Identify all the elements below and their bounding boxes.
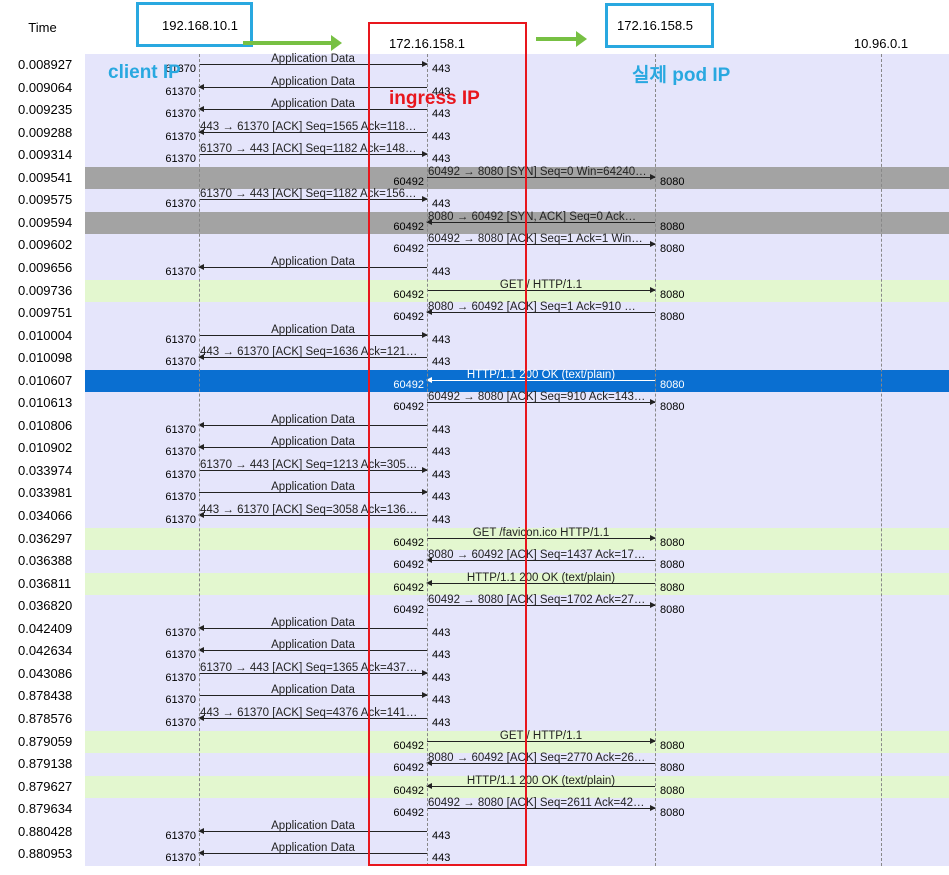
flow-row-left-port: 61370 [165,514,196,526]
flow-row-time: 0.878438 [18,688,73,704]
flow-row-time: 0.009736 [18,282,73,298]
flow-row-left-port: 61370 [165,671,196,684]
flow-row-time: 0.880953 [18,846,73,862]
flow-row-time: 0.879059 [18,733,73,749]
flow-row-right-port: 8080 [660,220,685,233]
flow-row-time: 0.033974 [18,462,73,478]
flow-row-time: 0.036388 [18,553,73,569]
flow-row-time: 0.009541 [18,169,73,185]
flow-arrow-client-to-ingress [243,35,342,51]
flow-row-right-port: 8080 [660,536,685,549]
flow-row-left-port: 61370 [165,198,196,211]
flow-row-time: 0.009656 [18,259,73,275]
flow-row-left-port: 61370 [165,468,196,481]
lifeline-service [881,54,882,866]
flow-row-time: 0.009235 [18,102,73,118]
flow-row-left-port: 61370 [165,852,196,865]
flow-row-time: 0.009602 [18,237,73,253]
flow-row-time: 0.009314 [18,147,73,163]
flow-row-time: 0.009064 [18,79,73,95]
flow-row-right-port: 8080 [660,559,685,572]
flow-row-time: 0.036820 [18,598,73,614]
flow-row-right-port: 8080 [660,739,685,752]
ingress-ip-highlight-box [368,22,527,866]
flow-row-time: 0.878576 [18,710,73,726]
flow-row-time: 0.033981 [18,485,73,501]
client-ip-highlight-box [136,2,253,47]
flow-row-right-port: 8080 [660,311,685,324]
flow-row-left-port: 61370 [165,716,196,729]
flow-row-left-port: 61370 [165,108,196,121]
flow-row-time: 0.879627 [18,778,73,794]
flow-row-time: 0.879138 [18,756,73,772]
flow-row-time: 0.009751 [18,305,73,321]
flow-row-right-port: 8080 [660,604,685,617]
flow-row-left-port: 61370 [165,446,196,459]
flow-row-left-port: 61370 [165,265,196,278]
flow-row-left-port: 61370 [165,130,196,143]
flow-row-time: 0.880428 [18,823,73,839]
flow-row-time: 0.879634 [18,801,73,817]
flow-row-right-port: 8080 [660,175,685,188]
flow-row-left-port: 61370 [165,423,196,436]
flow-row-time: 0.010902 [18,440,73,456]
flow-row-right-port: 8080 [660,378,685,391]
flow-row-time: 0.009594 [18,214,73,230]
flow-row-left-port: 61370 [165,333,196,346]
lifeline-pod [655,54,656,866]
flow-row-left-port: 61370 [165,85,196,98]
flow-row-time: 0.010004 [18,327,73,343]
flow-row-time: 0.009288 [18,124,73,140]
flow-row-right-port: 8080 [660,243,685,256]
client-ip-annotation: client IP [108,62,181,83]
time-column-header: Time [28,20,57,35]
flow-row-right-port: 8080 [660,401,685,414]
flow-row-right-port: 8080 [660,762,685,775]
flow-row-time: 0.010613 [18,395,73,411]
ingress-ip-annotation: ingress IP [389,88,480,109]
flow-arrow-ingress-to-pod [536,31,587,47]
flow-row-left-port: 61370 [165,649,196,662]
flow-row-left-port: 61370 [165,356,196,369]
pod-ip-highlight-box [605,3,714,48]
flow-row-time: 0.036811 [18,575,72,591]
flow-row-time: 0.010098 [18,350,73,366]
flow-row-left-port: 61370 [165,153,196,166]
flow-row-left-port: 61370 [165,694,196,707]
flow-row-left-port: 61370 [165,491,196,504]
flow-row-time: 0.008927 [18,57,73,72]
flow-graph-window: Time 192.168.10.1 172.16.158.1 172.16.15… [0,0,949,875]
flow-row-time: 0.010607 [18,372,73,388]
flow-row-time: 0.009575 [18,192,73,208]
lifeline-client [199,54,200,866]
pod-ip-annotation: 실제 pod IP [632,65,731,86]
flow-row-time: 0.042634 [18,643,73,659]
flow-row-right-port: 8080 [660,581,685,594]
host-service-address[interactable]: 10.96.0.1 [854,36,908,51]
flow-row-right-port: 8080 [660,807,685,820]
flow-row-right-port: 8080 [660,784,685,797]
flow-row-right-port: 8080 [660,288,685,301]
flow-row-left-port: 61370 [165,626,196,639]
flow-row-time: 0.042409 [18,620,73,636]
flow-row-left-port: 61370 [165,829,196,842]
flow-row-time: 0.034066 [18,508,73,523]
flow-row-time: 0.010806 [18,417,73,433]
flow-row-time: 0.043086 [18,665,73,681]
flow-row-time: 0.036297 [18,530,73,546]
